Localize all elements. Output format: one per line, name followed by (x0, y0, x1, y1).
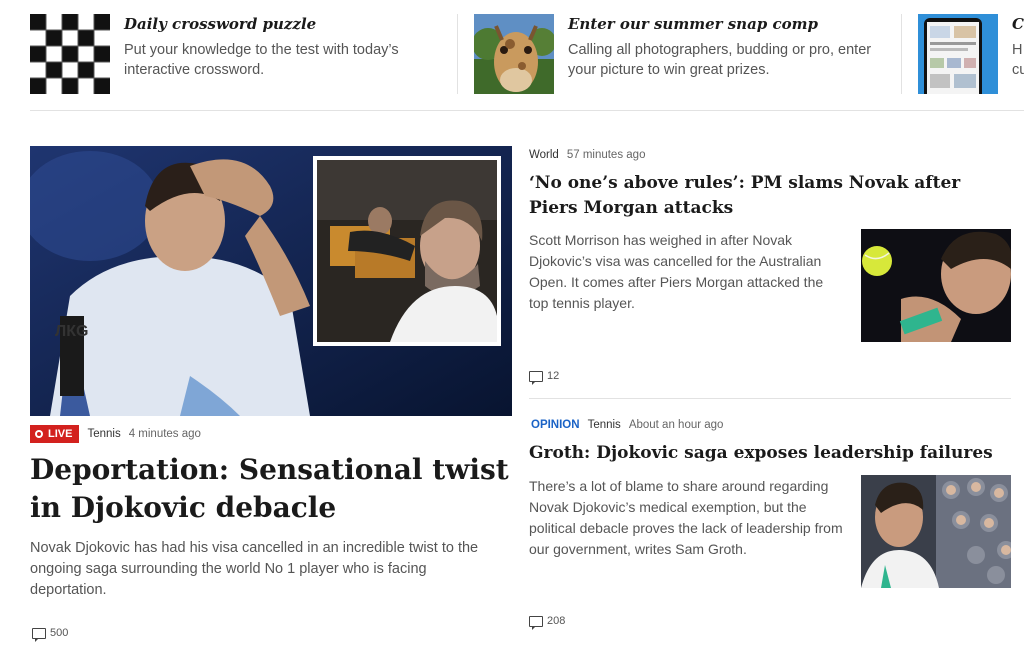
story-thumbnail[interactable] (861, 475, 1011, 588)
timestamp: 4 minutes ago (128, 428, 201, 440)
promo-description: Calling all photographers, budding or pr… (568, 42, 872, 78)
category-link[interactable]: World (529, 149, 559, 161)
story-summary: Scott Morrison has weighed in after Nova… (529, 232, 824, 311)
promo-snap-comp[interactable]: Enter our summer snap comp Calling all p… (474, 14, 888, 94)
story-meta: OPINION Tennis About an hour ago (531, 419, 723, 431)
comment-icon (529, 370, 543, 385)
opinion-label[interactable]: OPINION (531, 419, 580, 431)
promo-title[interactable]: Daily crossword puzzle (124, 14, 444, 34)
promo-title[interactable]: C (1012, 14, 1024, 34)
promo-title[interactable]: Enter our summer snap comp (568, 14, 888, 34)
comment-icon (32, 627, 46, 642)
shirt-logo: ЛКG (55, 323, 88, 340)
app-thumbnail (918, 14, 998, 94)
comment-count: 12 (547, 370, 560, 382)
section-divider (529, 398, 1011, 399)
lead-story-title[interactable]: Deportation: Sensational twist in Djokov… (30, 451, 520, 527)
story-meta: World 57 minutes ago (529, 149, 645, 161)
story-title[interactable]: ‘No one’s above rules’: PM slams Novak a… (529, 171, 999, 221)
divider (901, 14, 902, 94)
live-badge[interactable]: LIVE (30, 425, 80, 443)
crossword-thumbnail (30, 14, 110, 94)
story-title[interactable]: Groth: Djokovic saga exposes leadership … (529, 441, 999, 466)
section-divider (30, 110, 1024, 111)
category-link[interactable]: Tennis (588, 419, 621, 431)
comment-icon (529, 615, 543, 630)
live-label: LIVE (48, 428, 73, 440)
story-summary: There’s a lot of blame to share around r… (529, 478, 843, 557)
comment-count: 500 (50, 627, 69, 639)
category-link[interactable]: Tennis (87, 428, 120, 440)
live-dot-icon (35, 430, 43, 438)
lead-story-image[interactable]: ЛКG (30, 146, 512, 416)
timestamp: 57 minutes ago (566, 149, 646, 161)
comments-link[interactable]: 12 (529, 370, 560, 385)
comments-link[interactable]: 208 (529, 615, 566, 630)
promo-description: Put your knowledge to the test with toda… (124, 42, 399, 78)
promo-app[interactable]: C H cu (918, 14, 1024, 94)
comments-link[interactable]: 500 (32, 627, 69, 642)
giraffe-thumbnail (474, 14, 554, 94)
divider (457, 14, 458, 94)
lead-story-summary: Novak Djokovic has had his visa cancelle… (30, 540, 479, 598)
timestamp: About an hour ago (628, 419, 724, 431)
story-thumbnail[interactable] (861, 229, 1011, 342)
lead-story-meta: LIVE Tennis 4 minutes ago (30, 425, 201, 443)
promo-crossword[interactable]: Daily crossword puzzle Put your knowledg… (30, 14, 444, 94)
comment-count: 208 (547, 615, 566, 627)
promo-description: H cu (1012, 42, 1024, 78)
